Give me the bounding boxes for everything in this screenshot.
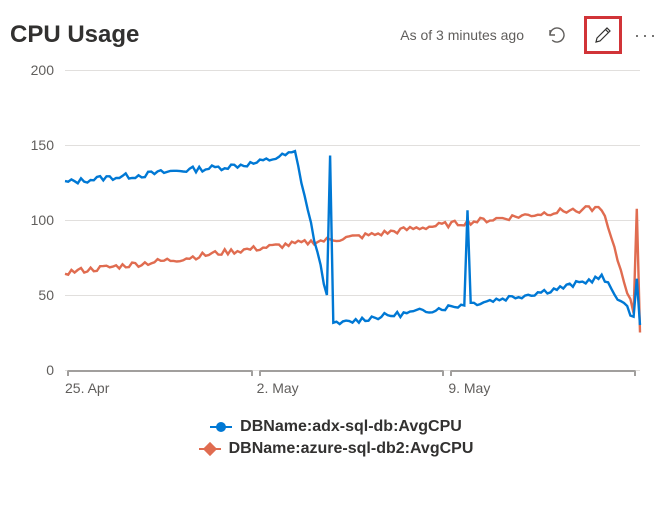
panel-header: CPU Usage As of 3 minutes ago ··· — [10, 16, 662, 54]
series-line-2 — [65, 206, 640, 332]
x-tick-label: 25. Apr — [65, 380, 109, 396]
legend-label-1: DBName:adx-sql-db:AvgCPU — [240, 418, 462, 436]
refresh-button[interactable] — [538, 16, 576, 54]
legend-item-1[interactable]: DBName:adx-sql-db:AvgCPU — [210, 418, 462, 436]
chart-area: 050100150200 25. Apr2. May9. May — [10, 70, 650, 410]
x-axis-segment — [259, 370, 445, 376]
x-tick-label: 2. May — [257, 380, 299, 396]
y-tick-label: 50 — [38, 287, 54, 303]
y-tick-label: 150 — [31, 137, 54, 153]
refresh-icon — [547, 25, 567, 45]
y-tick-label: 100 — [31, 212, 54, 228]
x-axis-segment — [450, 370, 636, 376]
y-tick-label: 0 — [46, 362, 54, 378]
status-text: As of 3 minutes ago — [400, 27, 524, 43]
legend-marker-circle — [210, 422, 232, 432]
edit-button[interactable] — [584, 16, 622, 54]
plot-region — [65, 70, 640, 370]
legend-item-2[interactable]: DBName:azure-sql-db2:AvgCPU — [199, 440, 474, 458]
y-tick-label: 200 — [31, 62, 54, 78]
page-title: CPU Usage — [10, 21, 392, 49]
more-button[interactable]: ··· — [630, 25, 662, 46]
chart-lines — [65, 70, 640, 370]
legend: DBName:adx-sql-db:AvgCPU DBName:azure-sq… — [10, 418, 662, 458]
y-axis: 050100150200 — [10, 70, 60, 370]
pencil-icon — [593, 25, 613, 45]
legend-label-2: DBName:azure-sql-db2:AvgCPU — [229, 440, 474, 458]
x-axis-labels: 25. Apr 2. May 9. May — [65, 380, 640, 404]
x-tick-label: 9. May — [448, 380, 490, 396]
chart-panel: CPU Usage As of 3 minutes ago ··· 0 50 100… — [0, 0, 672, 532]
x-axis-segment — [67, 370, 253, 376]
x-axis — [65, 370, 640, 378]
legend-marker-diamond — [199, 444, 221, 454]
series-line-1 — [65, 151, 640, 325]
